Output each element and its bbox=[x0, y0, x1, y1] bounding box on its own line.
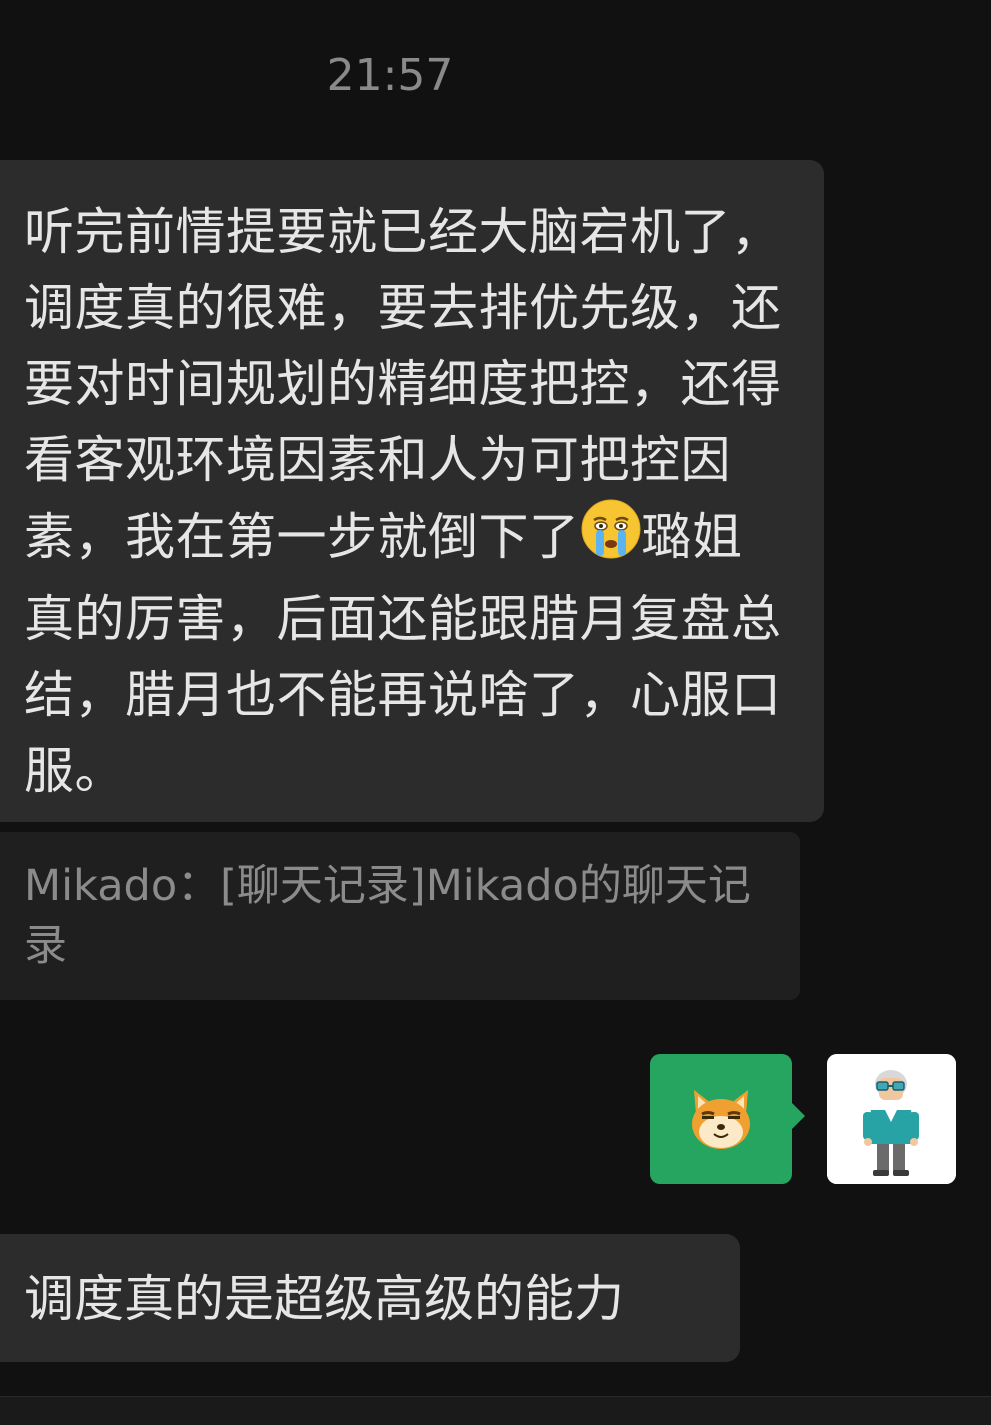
quoted-message[interactable]: Mikado：[聊天记录]Mikado的聊天记录 bbox=[0, 832, 800, 1000]
input-bar-edge bbox=[0, 1396, 991, 1425]
outgoing-sticker-bubble[interactable] bbox=[650, 1054, 805, 1184]
incoming-message-bubble[interactable]: 听完前情提要就已经大脑宕机了，调度真的很难，要去排优先级，还要对时间规划的精细度… bbox=[0, 160, 824, 822]
crying-face-icon bbox=[580, 498, 642, 581]
old-man-avatar-icon[interactable] bbox=[827, 1054, 956, 1184]
message-timestamp: 21:57 bbox=[326, 50, 454, 101]
incoming-message-bubble-last[interactable]: 调度真的是超级高级的能力 bbox=[0, 1234, 740, 1362]
shiba-doge-sticker-icon bbox=[686, 1084, 756, 1158]
bubble-tail bbox=[791, 1102, 805, 1130]
